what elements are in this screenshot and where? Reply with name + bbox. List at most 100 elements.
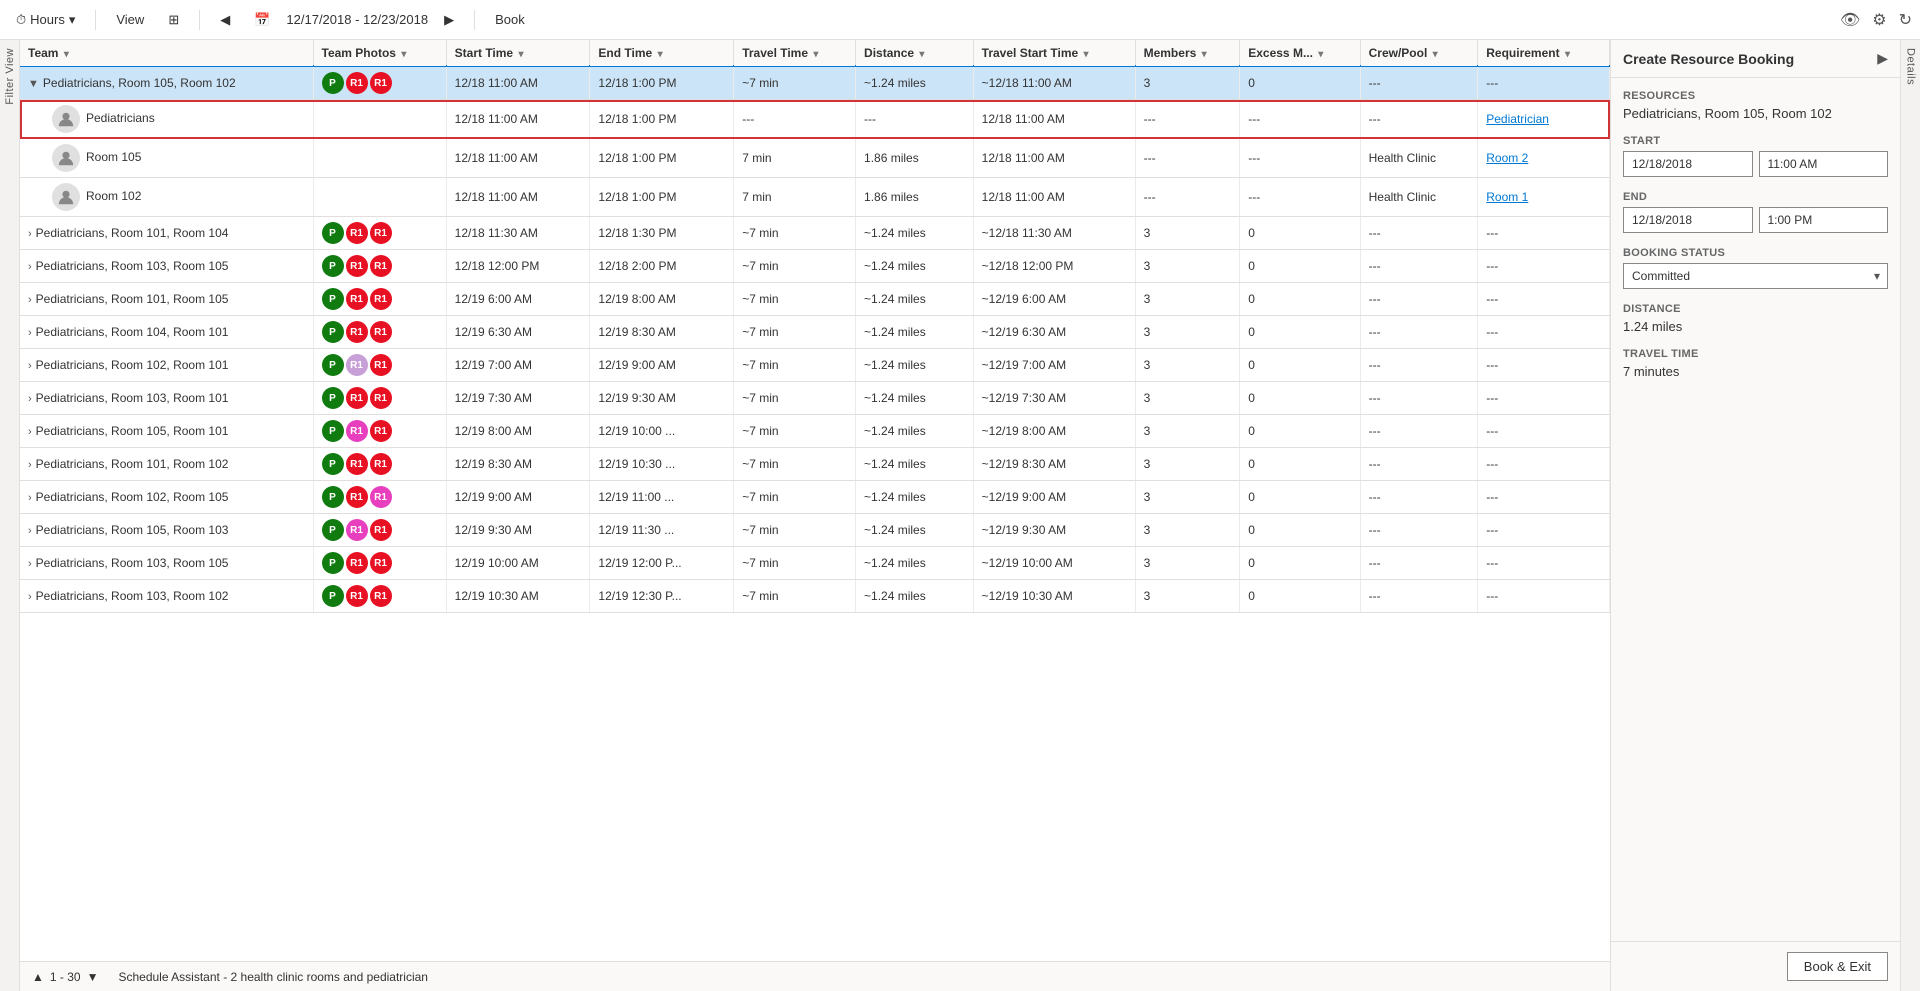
grid-container[interactable]: Team ▾ Team Photos ▾ Start Time ▾ <box>20 40 1610 961</box>
cell-end-time: 12/19 10:30 ... <box>590 448 734 481</box>
prev-date-button[interactable]: ◀ <box>212 8 238 32</box>
avatar-circle: P <box>322 222 344 244</box>
table-row[interactable]: ›Pediatricians, Room 105, Room 101PR1R11… <box>20 415 1610 448</box>
col-photos[interactable]: Team Photos ▾ <box>313 40 446 67</box>
table-row[interactable]: ›Pediatricians, Room 103, Room 102PR1R11… <box>20 580 1610 613</box>
cell-end-time: 12/18 1:00 PM <box>590 100 734 139</box>
table-row[interactable]: ▼Pediatricians, Room 105, Room 102PR1R11… <box>20 67 1610 100</box>
sep3 <box>474 10 475 30</box>
cell-end-time: 12/18 1:30 PM <box>590 217 734 250</box>
avatar-group: PR1R1 <box>322 420 438 442</box>
table-row[interactable]: ›Pediatricians, Room 101, Room 102PR1R11… <box>20 448 1610 481</box>
col-team[interactable]: Team ▾ <box>20 40 313 67</box>
table-row[interactable]: Room 10512/18 11:00 AM12/18 1:00 PM7 min… <box>20 139 1610 178</box>
details-tab[interactable]: Details <box>1900 40 1920 991</box>
cell-team: ›Pediatricians, Room 103, Room 105 <box>20 250 313 283</box>
table-row[interactable]: ›Pediatricians, Room 105, Room 103PR1R11… <box>20 514 1610 547</box>
expand-icon[interactable]: › <box>28 492 32 504</box>
start-date-input[interactable] <box>1623 151 1753 177</box>
team-name: Pediatricians, Room 103, Room 101 <box>36 391 229 405</box>
team-name: Pediatricians, Room 105, Room 101 <box>36 424 229 438</box>
cell-members: 3 <box>1135 349 1240 382</box>
avatar-circle: R1 <box>370 519 392 541</box>
table-row[interactable]: Room 10212/18 11:00 AM12/18 1:00 PM7 min… <box>20 178 1610 217</box>
expand-icon[interactable]: › <box>28 228 32 240</box>
expand-icon[interactable]: › <box>28 327 32 339</box>
hours-button[interactable]: ⏱ Hours ▾ <box>8 8 83 32</box>
collapse-icon[interactable]: ▼ <box>28 78 39 90</box>
expand-icon[interactable]: › <box>28 393 32 405</box>
cell-photos: PR1R1 <box>313 250 446 283</box>
requirement-link[interactable]: Room 2 <box>1486 151 1528 165</box>
cell-crew-pool: --- <box>1360 547 1478 580</box>
cell-travel-time: ~7 min <box>734 448 856 481</box>
view-grid-button[interactable]: ⊞ <box>160 8 187 32</box>
table-row[interactable]: ›Pediatricians, Room 101, Room 105PR1R11… <box>20 283 1610 316</box>
requirement-link[interactable]: Pediatrician <box>1486 112 1549 126</box>
requirement-link[interactable]: Room 1 <box>1486 190 1528 204</box>
expand-icon[interactable]: › <box>28 525 32 537</box>
table-row[interactable]: ›Pediatricians, Room 102, Room 101PR1R11… <box>20 349 1610 382</box>
table-row[interactable]: ›Pediatricians, Room 103, Room 105PR1R11… <box>20 547 1610 580</box>
cell-excess: 0 <box>1240 547 1360 580</box>
refresh-icon[interactable]: ↻ <box>1899 10 1912 30</box>
table-row[interactable]: ›Pediatricians, Room 103, Room 101PR1R11… <box>20 382 1610 415</box>
cell-crew-pool: --- <box>1360 448 1478 481</box>
table-row[interactable]: ›Pediatricians, Room 101, Room 104PR1R11… <box>20 217 1610 250</box>
expand-icon[interactable]: › <box>28 294 32 306</box>
start-time-input[interactable] <box>1759 151 1889 177</box>
booking-status-select[interactable]: Committed Tentative Cancelled <box>1623 263 1888 289</box>
expand-icon[interactable]: › <box>28 558 32 570</box>
table-row[interactable]: ›Pediatricians, Room 103, Room 105PR1R11… <box>20 250 1610 283</box>
col-crew[interactable]: Crew/Pool ▾ <box>1360 40 1478 67</box>
avatar-circle: P <box>322 72 344 94</box>
expand-icon[interactable]: › <box>28 360 32 372</box>
table-row[interactable]: Pediatricians12/18 11:00 AM12/18 1:00 PM… <box>20 100 1610 139</box>
col-requirement[interactable]: Requirement ▾ <box>1478 40 1610 67</box>
col-req-label: Requirement <box>1486 46 1559 60</box>
avatar-circle: R1 <box>346 354 368 376</box>
cell-excess: 0 <box>1240 283 1360 316</box>
col-distance[interactable]: Distance ▾ <box>856 40 974 67</box>
cell-travel-time: ~7 min <box>734 316 856 349</box>
end-date-input[interactable] <box>1623 207 1753 233</box>
team-name: Pediatricians, Room 105, Room 103 <box>36 523 229 537</box>
col-crew-sort: ▾ <box>1433 49 1438 60</box>
next-date-button[interactable]: ▶ <box>436 8 462 32</box>
cell-travel-time: ~7 min <box>734 514 856 547</box>
filter-view-tab[interactable]: Filter View <box>0 40 20 991</box>
cell-travel-start: 12/18 11:00 AM <box>973 139 1135 178</box>
end-label: End <box>1623 191 1888 203</box>
next-page-icon[interactable]: ▼ <box>87 970 99 984</box>
col-travel-time[interactable]: Travel Time ▾ <box>734 40 856 67</box>
col-members[interactable]: Members ▾ <box>1135 40 1240 67</box>
book-button[interactable]: Book <box>487 8 533 31</box>
expand-icon[interactable]: › <box>28 591 32 603</box>
date-picker[interactable]: 📅 <box>246 8 278 32</box>
expand-icon[interactable]: › <box>28 459 32 471</box>
col-start-time[interactable]: Start Time ▾ <box>446 40 590 67</box>
table-row[interactable]: ›Pediatricians, Room 104, Room 101PR1R11… <box>20 316 1610 349</box>
end-time-input[interactable] <box>1759 207 1889 233</box>
eye-icon[interactable]: 👁 <box>1840 10 1860 30</box>
cell-photos: PR1R1 <box>313 448 446 481</box>
book-exit-button[interactable]: Book & Exit <box>1787 952 1888 981</box>
col-excess[interactable]: Excess M... ▾ <box>1240 40 1360 67</box>
cell-members: --- <box>1135 100 1240 139</box>
expand-icon[interactable]: › <box>28 261 32 273</box>
col-travel-start[interactable]: Travel Start Time ▾ <box>973 40 1135 67</box>
col-end-time[interactable]: End Time ▾ <box>590 40 734 67</box>
right-panel-arrow[interactable]: ▶ <box>1877 50 1888 67</box>
expand-icon[interactable]: › <box>28 426 32 438</box>
gear-icon[interactable]: ⚙ <box>1872 10 1886 30</box>
team-name: Pediatricians, Room 102, Room 105 <box>36 490 229 504</box>
avatar-circle: P <box>322 519 344 541</box>
cell-crew-pool: --- <box>1360 100 1478 139</box>
col-travelstart-sort: ▾ <box>1084 49 1089 60</box>
cell-end-time: 12/18 1:00 PM <box>590 178 734 217</box>
cell-excess: 0 <box>1240 349 1360 382</box>
table-row[interactable]: ›Pediatricians, Room 102, Room 105PR1R11… <box>20 481 1610 514</box>
sep2 <box>199 10 200 30</box>
prev-page-icon[interactable]: ▲ <box>32 970 44 984</box>
view-button[interactable]: View <box>108 8 152 31</box>
